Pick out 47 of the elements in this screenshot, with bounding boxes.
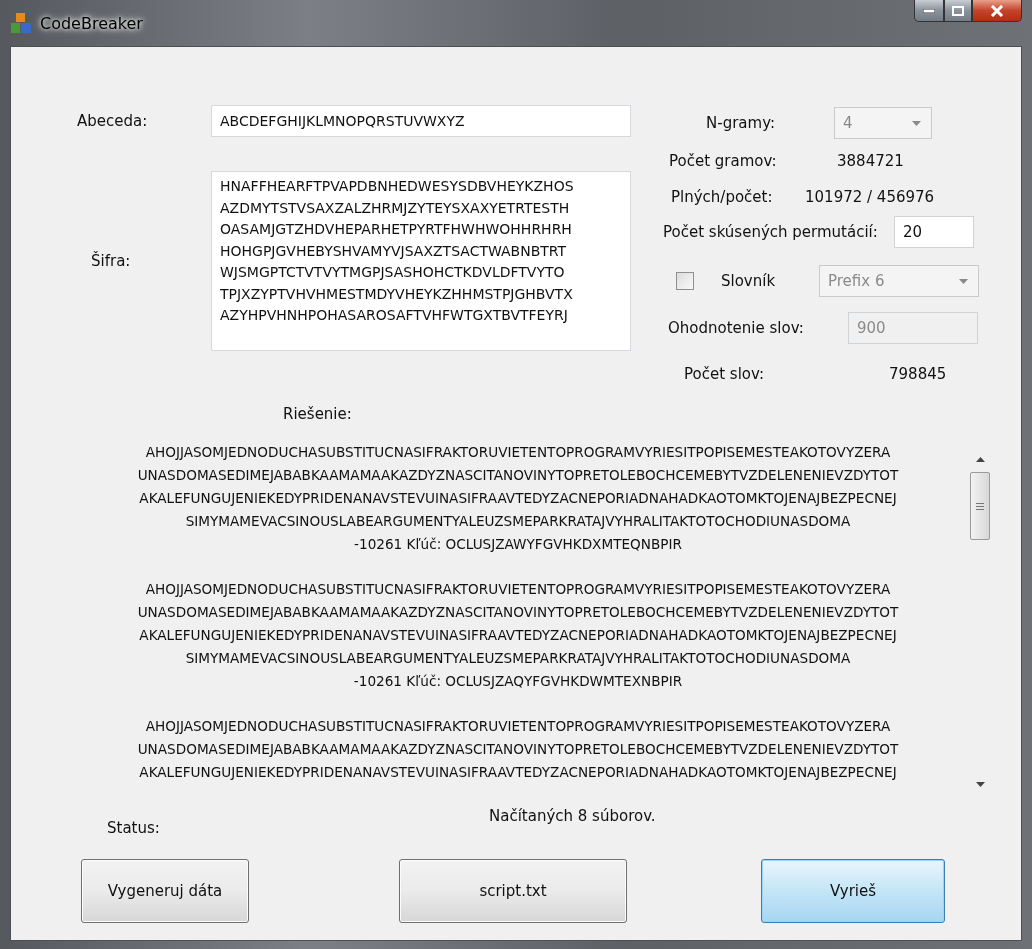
stat-label: Počet gramov: bbox=[669, 152, 778, 170]
field-label: Abeceda: bbox=[76, 112, 148, 130]
alphabet-field[interactable]: ABCDEFGHIJKLMNOPQRSTUVWXYZ bbox=[211, 105, 631, 137]
dropdown-arrow-icon bbox=[912, 120, 921, 126]
result-line: UNASDOMASEDIMEJABABKAAMAMAAKAZDYZNASCITANOVINYTOPRETOLEBOCHCEMEBYTVZDELENENIEVZDYTOT bbox=[137, 466, 899, 485]
cipher-text-area[interactable]: HNAFFHEARFTPVAPDBNHEDWESYSDBVHEYKZHOS AZDMYTSTVSAXZALZHRMJZYTEYSXAXYETRTESTH OASAMJGTZHDVHEPARHETPYRTFHWHWOHHRHRH HOHGPJGVHEBYSHVAMYVJSAXZTSACTWABNBTRT WJSMGPTCTVTVYTMGPJSASHOHCTKDVLDFTVYTO TPJXZYPTVHVHMESTMDYVHEYKZHHMSTPJGHBVTX AZYHPVHNHPOHASAROSAFTVHFWTGXTBVTFEYRJ bbox=[211, 171, 631, 351]
result-line: AKALEFUNGUJENIEKEDYPRIDENANAVSTEVUINASIFRAAVTEDYZACNEPORIADNAHADKAOTOMKTOJENAJBEZPECNEJ bbox=[139, 763, 897, 782]
result-line: AKALEFUNGUJENIEKEDYPRIDENANAVSTEVUINASIFRAAVTEDYZACNEPORIADNAHADKAOTOMKTOJENAJBEZPECNEJ bbox=[139, 489, 897, 508]
status-text: Načítaných 8 súborov. bbox=[489, 807, 656, 827]
dropdown-arrow-icon bbox=[959, 278, 968, 284]
app-icon bbox=[10, 12, 32, 34]
result-line: SIMYMAMEVACSINOUSLABEARGUMENTYALEUZSMEPARKRATAJVYHRALITAKTOTOCHODIUNASDOMA bbox=[185, 649, 851, 668]
result-line: AHOJJASOMJEDNODUCHASUBSTITUCNASIFRAKTORUVIETENTOPROGRAMVYRIESITPOPISEMESTEAKOTOVYZERA bbox=[145, 443, 891, 462]
close-icon bbox=[990, 4, 1004, 17]
result-line: SIMYMAMEVACSINOUSLABEARGUMENTYALEUZSMEPARKRATAJVYHRALITAKTOTOCHODIUNASDOMA bbox=[185, 512, 851, 531]
stat-value: 101972 / 456976 bbox=[805, 188, 935, 206]
close-button[interactable] bbox=[972, 0, 1022, 22]
result-line: UNASDOMASEDIMEJABABKAAMAMAAKAZDYZNASCITANOVINYTOPRETOLEBOCHCEMEBYTVZDELENENIEVZDYTOT bbox=[137, 603, 899, 622]
field-label: Počet skúsených permutácií: bbox=[663, 223, 879, 241]
result-line: AHOJJASOMJEDNODUCHASUBSTITUCNASIFRAKTORUVIETENTOPROGRAMVYRIESITPOPISEMESTEAKOTOVYZERA bbox=[145, 717, 891, 736]
result-line: UNASDOMASEDIMEJABABKAAMAMAAKAZDYZNASCITANOVINYTOPRETOLEBOCHCEMEBYTVZDELENENIEVZDYTOT bbox=[137, 740, 899, 759]
minimize-icon bbox=[923, 8, 935, 13]
field-label: N-gramy: bbox=[706, 114, 776, 132]
stat-label: Plných/počet: bbox=[671, 188, 774, 206]
stat-value: 798845 bbox=[889, 365, 947, 383]
field-label: Ohodnotenie slov: bbox=[668, 319, 805, 337]
result-line: AHOJJASOMJEDNODUCHASUBSTITUCNASIFRAKTORUVIETENTOPROGRAMVYRIESITPOPISEMESTEAKOTOVYZERA bbox=[145, 580, 891, 599]
scrollbar-thumb[interactable] bbox=[970, 472, 990, 540]
action-button[interactable]: script.txt bbox=[399, 859, 627, 923]
result-line: -10261 Kľúč: OCLUSJZAQYFGVHKDWMTEXNBPIR bbox=[353, 672, 683, 691]
stat-label: Počet slov: bbox=[684, 365, 766, 383]
permutations-field[interactable]: 20 bbox=[894, 216, 974, 248]
result-line: -10261 Kľúč: OCLUSJZAWYFGVHKDXMTEQNBPIR bbox=[354, 535, 682, 554]
maximize-icon bbox=[952, 5, 964, 16]
window-title: CodeBreaker bbox=[40, 13, 143, 33]
result-line: AKALEFUNGUJENIEKEDYPRIDENANAVSTEVUINASIFRAAVTEDYZACNEPORIADNAHADKAOTOMKTOJENAJBEZPECNEJ bbox=[139, 626, 897, 645]
scroll-down-icon[interactable] bbox=[975, 782, 985, 787]
minimize-button[interactable] bbox=[914, 0, 944, 22]
checkbox-label: Slovník bbox=[721, 272, 777, 290]
stat-value: 3884721 bbox=[837, 152, 904, 170]
action-button[interactable]: Vygeneruj dáta bbox=[81, 859, 249, 923]
action-button[interactable]: Vyrieš bbox=[761, 859, 945, 923]
maximize-button[interactable] bbox=[944, 0, 972, 22]
scroll-up-icon[interactable] bbox=[975, 457, 985, 462]
solution-label: Riešenie: bbox=[283, 405, 352, 423]
field-label: Šifra: bbox=[90, 252, 131, 270]
status-label: Status: bbox=[107, 819, 161, 837]
